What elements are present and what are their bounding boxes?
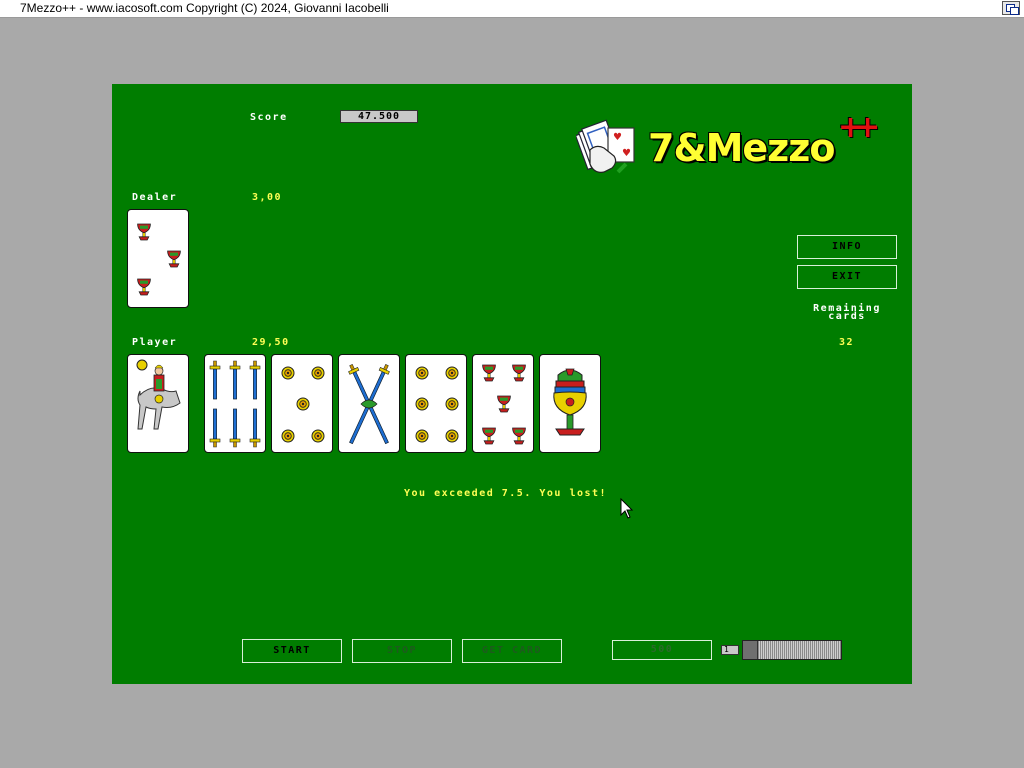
game-board: Score 47.500 ♥ ♥ 7&Mezzo ++ Dealer 3,00 bbox=[112, 84, 912, 684]
bet-slider[interactable] bbox=[742, 640, 842, 660]
info-button[interactable]: INFO bbox=[797, 235, 897, 259]
player-card-6-of-coins bbox=[405, 354, 467, 453]
bet-amount-field[interactable]: 500 bbox=[612, 640, 712, 660]
remaining-cards-count: 32 bbox=[839, 337, 855, 348]
logo-plus: ++ bbox=[838, 110, 880, 145]
player-card-5-of-cups bbox=[472, 354, 534, 453]
mouse-pointer-icon bbox=[620, 498, 634, 519]
dealer-points: 3,00 bbox=[252, 192, 283, 203]
svg-text:♥: ♥ bbox=[613, 132, 622, 143]
player-card-5-of-coins bbox=[271, 354, 333, 453]
exit-button[interactable]: EXIT bbox=[797, 265, 897, 289]
player-card-1-of-cups bbox=[539, 354, 601, 453]
svg-text:♥: ♥ bbox=[622, 148, 631, 159]
player-card-knight-of-coins bbox=[127, 354, 189, 453]
score-label: Score bbox=[250, 112, 288, 123]
window-title: 7Mezzo++ - www.iacosoft.com Copyright (C… bbox=[20, 1, 389, 15]
game-logo: ♥ ♥ 7&Mezzo ++ bbox=[574, 110, 896, 184]
logo-text: 7&Mezzo bbox=[648, 126, 836, 170]
player-label: Player bbox=[132, 337, 178, 348]
start-button[interactable]: START bbox=[242, 639, 342, 663]
window-title-bar: 7Mezzo++ - www.iacosoft.com Copyright (C… bbox=[0, 0, 1024, 18]
dealer-card-3-of-cups bbox=[127, 209, 189, 308]
stop-button[interactable]: STOP bbox=[352, 639, 452, 663]
player-points: 29,50 bbox=[252, 337, 290, 348]
bet-step-input[interactable]: 1 bbox=[721, 645, 739, 655]
restore-window-button[interactable] bbox=[1002, 1, 1020, 15]
result-message: You exceeded 7.5. You lost! bbox=[404, 488, 608, 499]
score-value: 47.500 bbox=[340, 110, 418, 123]
bet-slider-thumb[interactable] bbox=[743, 641, 758, 659]
player-card-6-of-swords bbox=[204, 354, 266, 453]
card-hand-logo-icon: ♥ ♥ bbox=[574, 119, 635, 174]
remaining-cards-label: Remaining cards bbox=[813, 303, 881, 322]
player-card-2-of-swords bbox=[338, 354, 400, 453]
get-card-button[interactable]: GET CARD bbox=[462, 639, 562, 663]
dealer-label: Dealer bbox=[132, 192, 178, 203]
